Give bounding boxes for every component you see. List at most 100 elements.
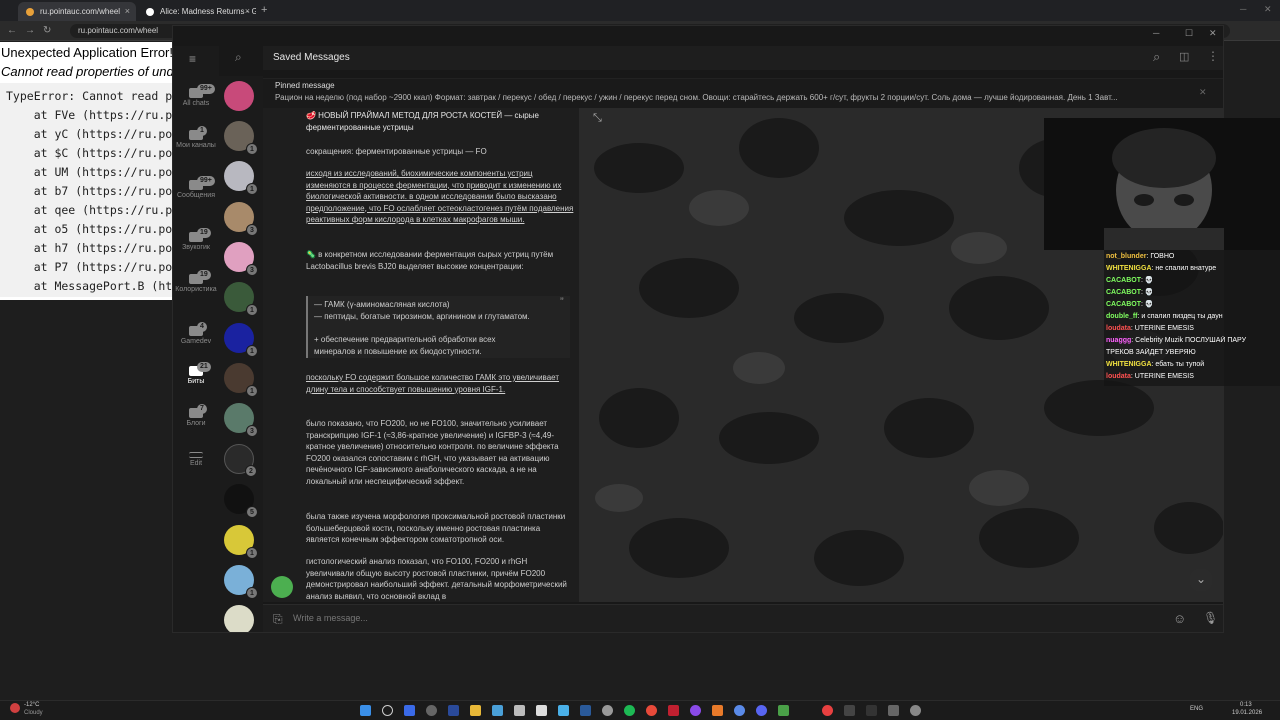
chat-username: double_ff xyxy=(1106,313,1138,320)
chat-text: и спалил пиздец ты даун xyxy=(1141,313,1223,320)
folder-my-channels[interactable]: 1 Мои каналы xyxy=(173,126,219,150)
chat-text: ебать ты тупой xyxy=(1155,361,1205,368)
window-close-icon[interactable]: ✕ xyxy=(1264,4,1272,15)
minimize-icon[interactable]: ─ xyxy=(1240,4,1246,14)
app-icon[interactable] xyxy=(822,705,833,716)
more-icon[interactable]: ⋮ xyxy=(1207,49,1219,63)
close-icon[interactable]: × xyxy=(125,6,130,16)
message-paragraph[interactable]: исходя из исследований, биохимические ко… xyxy=(306,168,574,226)
close-icon[interactable]: × xyxy=(245,6,250,16)
folder-sound[interactable]: 19 Звукогик xyxy=(173,228,219,252)
chat-username: CACABOT xyxy=(1106,277,1141,284)
search-icon[interactable]: ⌕ xyxy=(1153,49,1160,65)
steam-icon[interactable] xyxy=(580,705,591,716)
unread-badge: 1 xyxy=(197,126,207,136)
minecraft-icon[interactable] xyxy=(778,705,789,716)
discord-icon[interactable] xyxy=(756,705,767,716)
app-icon[interactable] xyxy=(668,705,679,716)
terminal-icon[interactable] xyxy=(866,705,877,716)
clock-time[interactable]: 0:13 xyxy=(1240,702,1252,708)
pin-icon[interactable]: ✕ xyxy=(1199,87,1207,98)
folder-blogs[interactable]: 7 Блоги xyxy=(173,404,219,428)
forward-icon[interactable]: → xyxy=(25,25,35,36)
collapse-icon[interactable]: ⤡ xyxy=(593,112,602,125)
settings-icon[interactable] xyxy=(910,705,921,716)
app-icon[interactable] xyxy=(844,705,855,716)
tab-alice[interactable]: Alice: Madness Returns - Googl × xyxy=(138,2,256,21)
chat-avatar[interactable]: 2 xyxy=(224,444,257,477)
app-icon[interactable] xyxy=(492,705,503,716)
chat-avatar[interactable] xyxy=(224,81,254,111)
spotify-icon[interactable] xyxy=(624,705,635,716)
chat-avatar[interactable]: 1 xyxy=(224,161,258,195)
message-paragraph[interactable]: поскольку FO содержит большое количество… xyxy=(306,372,574,395)
folder-label: Edit xyxy=(189,460,203,467)
search-icon[interactable] xyxy=(382,705,393,716)
chat-avatar[interactable]: 1 xyxy=(224,121,258,155)
chat-avatar[interactable]: 5 xyxy=(224,484,258,518)
search-icon[interactable]: ⌕ xyxy=(235,50,242,65)
weather-desc: Cloudy xyxy=(24,710,43,716)
message-paragraph: сокращения: ферментированные устрицы — F… xyxy=(306,147,487,156)
chat-avatar[interactable]: 3 xyxy=(224,242,258,276)
chatgpt-icon[interactable] xyxy=(602,705,613,716)
chat-avatar[interactable]: 1 xyxy=(224,282,258,316)
app-icon[interactable] xyxy=(514,705,525,716)
chat-avatar[interactable]: 1 xyxy=(224,323,258,357)
pinned-text: Рацион на неделю (под набор ~2900 ккал) … xyxy=(275,93,1118,102)
app-icon[interactable] xyxy=(712,705,723,716)
microphone-icon[interactable]: 🎙 xyxy=(1203,611,1218,625)
vscode-icon[interactable] xyxy=(448,705,459,716)
unread-badge: 5 xyxy=(246,506,258,518)
start-icon[interactable] xyxy=(360,705,371,716)
chat-avatar[interactable]: 3 xyxy=(224,202,258,236)
folder-label: Звукогик xyxy=(182,244,210,251)
folder-messages[interactable]: 99+ Сообщения xyxy=(173,176,219,200)
obs-icon[interactable] xyxy=(690,705,701,716)
folder-gamedev[interactable]: 4 Gamedev xyxy=(173,322,219,346)
unread-badge: 3 xyxy=(246,224,258,236)
language-indicator[interactable]: ENG xyxy=(1190,706,1203,712)
scroll-down-button[interactable]: ⌄ xyxy=(1189,568,1213,592)
new-tab-icon[interactable]: + xyxy=(261,4,267,16)
clock-date[interactable]: 19.01.2026 xyxy=(1232,710,1262,716)
explorer-icon[interactable] xyxy=(470,705,481,716)
attach-icon[interactable]: ⎘ xyxy=(273,612,283,627)
trace-line: at $C (https://ru.poi xyxy=(6,146,172,160)
chrome-icon[interactable] xyxy=(646,705,657,716)
clock-app-icon[interactable] xyxy=(426,705,437,716)
folder-edit[interactable]: Edit xyxy=(173,452,219,468)
minimize-icon[interactable]: ─ xyxy=(1153,28,1159,38)
chat-avatar[interactable]: 1 xyxy=(224,525,258,559)
maximize-icon[interactable]: ☐ xyxy=(1185,28,1193,39)
folder-coloring[interactable]: 19 Колористика xyxy=(173,270,219,294)
menu-icon[interactable]: ≡ xyxy=(189,52,196,66)
telegram-icon[interactable] xyxy=(558,705,569,716)
emoji-icon[interactable]: ☺ xyxy=(1173,611,1186,626)
reload-icon[interactable]: ↻ xyxy=(43,25,51,36)
folder-beats[interactable]: 21 Биты xyxy=(173,362,219,386)
quote-line: — ГАМК (γ-аминомасляная кислота) xyxy=(314,300,450,309)
folder-sidebar: ≡ 99+ All chats 1 Мои каналы 99+ Сообщения … xyxy=(173,46,219,632)
chat-avatar[interactable] xyxy=(224,605,254,632)
sidebar-toggle-icon[interactable]: ◫ xyxy=(1179,50,1189,63)
back-icon[interactable]: ← xyxy=(7,25,17,36)
quote-icon: ” xyxy=(560,296,564,308)
window-close-icon[interactable]: ✕ xyxy=(1209,28,1217,39)
chat-avatar[interactable]: 1 xyxy=(224,565,258,599)
unread-badge: 1 xyxy=(246,345,258,357)
stream-chat: not_blunder: ГОВНО WHITENIGGA: не спалил… xyxy=(1104,250,1280,386)
widgets-icon[interactable] xyxy=(404,705,415,716)
trace-line: at yC (https://ru.poi xyxy=(6,127,172,141)
chat-username: WHITENIGGA xyxy=(1106,361,1152,368)
browser-icon[interactable] xyxy=(734,705,745,716)
message-input[interactable]: Write a message... xyxy=(293,613,1093,623)
chat-avatar[interactable]: 3 xyxy=(224,403,258,437)
chat-avatar[interactable]: 1 xyxy=(224,363,258,397)
pinned-message-bar[interactable]: Pinned message Рацион на неделю (под наб… xyxy=(263,78,1223,108)
tab-pointauc[interactable]: ru.pointauc.com/wheel × xyxy=(18,2,136,21)
calendar-icon[interactable] xyxy=(536,705,547,716)
app-icon[interactable] xyxy=(888,705,899,716)
unread-badge: 1 xyxy=(246,304,258,316)
folder-all-chats[interactable]: 99+ All chats xyxy=(173,84,219,108)
